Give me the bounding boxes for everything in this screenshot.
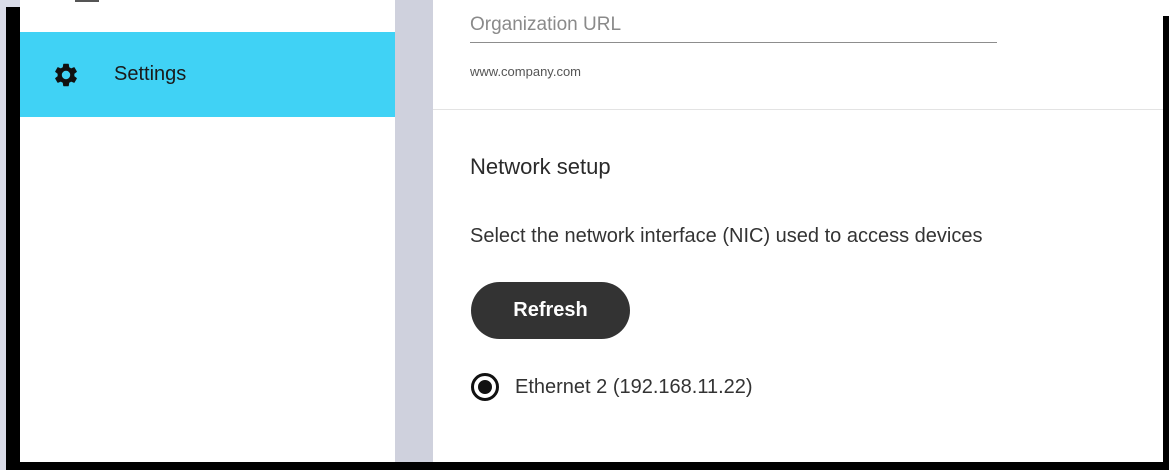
gear-icon bbox=[50, 59, 82, 91]
organization-card: Organization URL www.company.com bbox=[433, 0, 1169, 110]
gutter-top bbox=[395, 0, 433, 16]
sidebar-top-strip bbox=[20, 0, 395, 16]
window-right-edge bbox=[1163, 16, 1169, 462]
menu-tick bbox=[75, 0, 99, 2]
sidebar-item-label: Settings bbox=[114, 63, 187, 85]
sidebar: Settings bbox=[20, 16, 395, 462]
nic-option-ethernet-2[interactable]: Ethernet 2 (192.168.11.22) bbox=[471, 373, 753, 401]
main-content: Organization URL www.company.com Network… bbox=[433, 0, 1169, 462]
sidebar-item-settings[interactable]: Settings bbox=[20, 32, 395, 117]
network-setup-title: Network setup bbox=[470, 154, 611, 179]
radio-button-selected[interactable] bbox=[471, 373, 499, 401]
radio-dot bbox=[478, 380, 492, 394]
network-setup-description: Select the network interface (NIC) used … bbox=[470, 225, 983, 247]
refresh-button[interactable]: Refresh bbox=[471, 282, 630, 339]
panel-gutter bbox=[395, 16, 433, 462]
nic-option-label: Ethernet 2 (192.168.11.22) bbox=[515, 375, 753, 398]
organization-url-field[interactable]: Organization URL bbox=[470, 14, 997, 43]
organization-url-value: www.company.com bbox=[470, 64, 582, 79]
